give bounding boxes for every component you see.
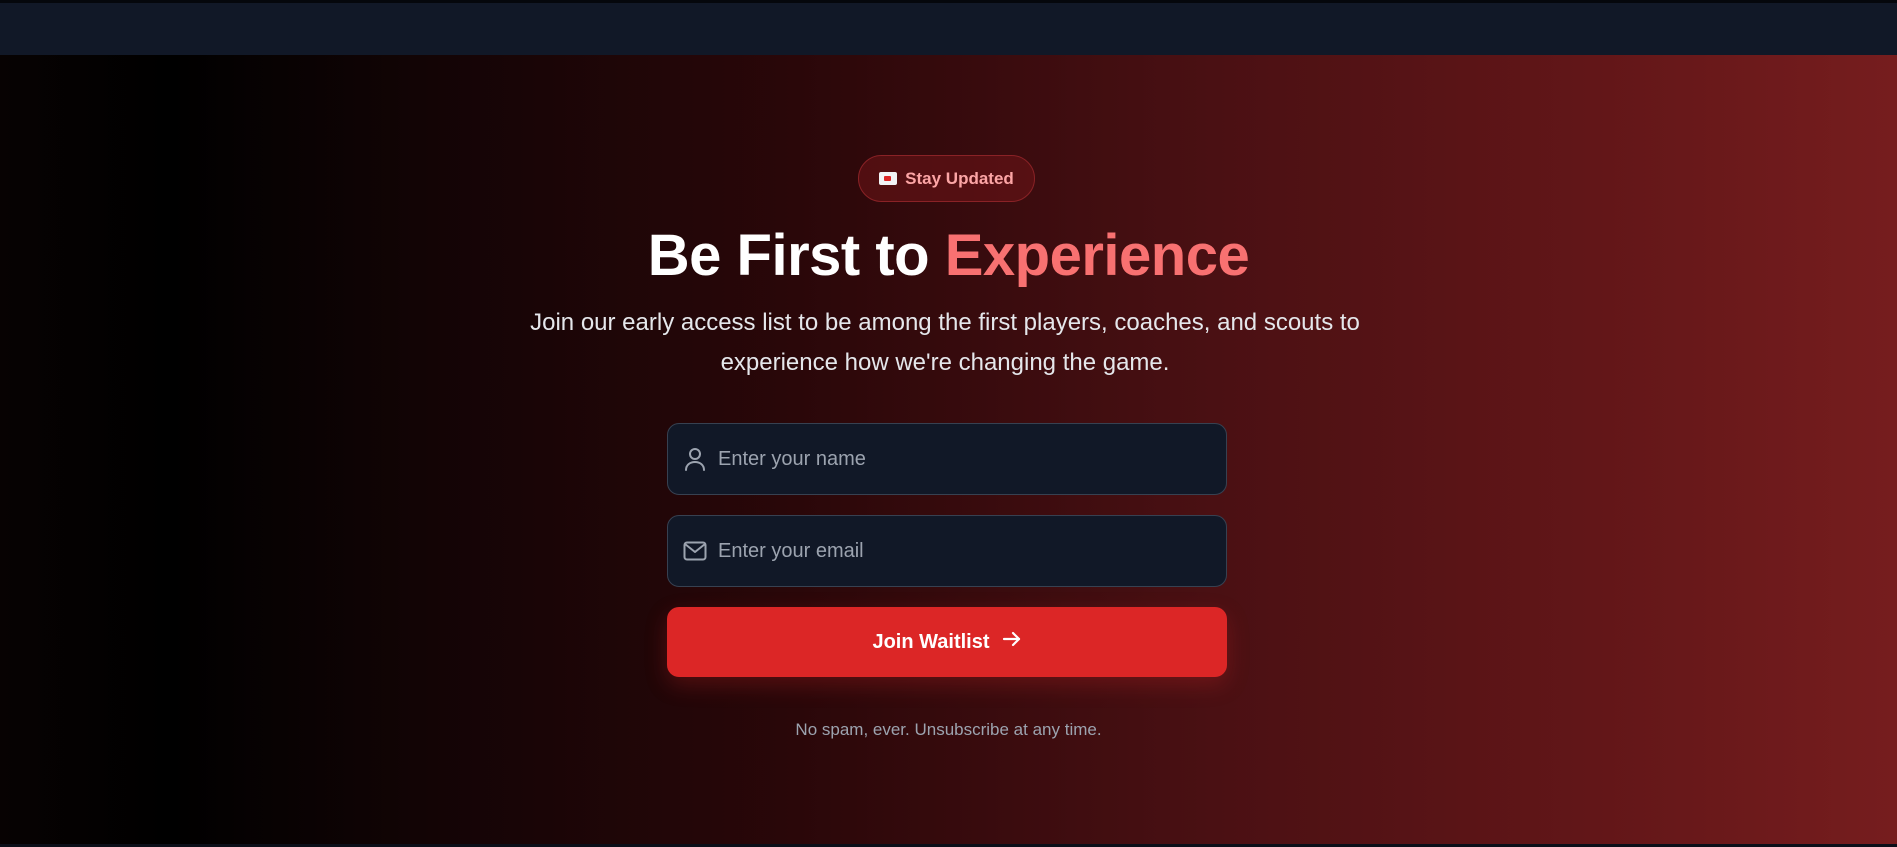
page-subtitle: Join our early access list to be among t… — [530, 309, 1360, 376]
no-spam-note: No spam, ever. Unsubscribe at any time. — [795, 720, 1102, 739]
badge-label: Stay Updated — [905, 168, 1014, 188]
page-title: Be First to Experience — [0, 222, 1897, 289]
name-field[interactable] — [667, 423, 1227, 495]
title-text: Be First to — [647, 223, 945, 288]
name-input[interactable] — [708, 424, 1226, 494]
join-waitlist-button[interactable]: Join Waitlist — [667, 607, 1227, 677]
email-input[interactable] — [708, 516, 1226, 586]
join-waitlist-label: Join Waitlist — [872, 630, 990, 653]
arrow-right-icon — [1002, 630, 1022, 654]
stay-updated-badge: Stay Updated — [858, 155, 1035, 202]
title-accent-text: Experience — [944, 223, 1250, 288]
user-icon — [682, 446, 708, 472]
mail-icon — [682, 538, 708, 564]
top-nav-bar — [0, 0, 1897, 55]
email-field[interactable] — [667, 515, 1227, 587]
envelope-emoji-icon — [879, 172, 898, 185]
